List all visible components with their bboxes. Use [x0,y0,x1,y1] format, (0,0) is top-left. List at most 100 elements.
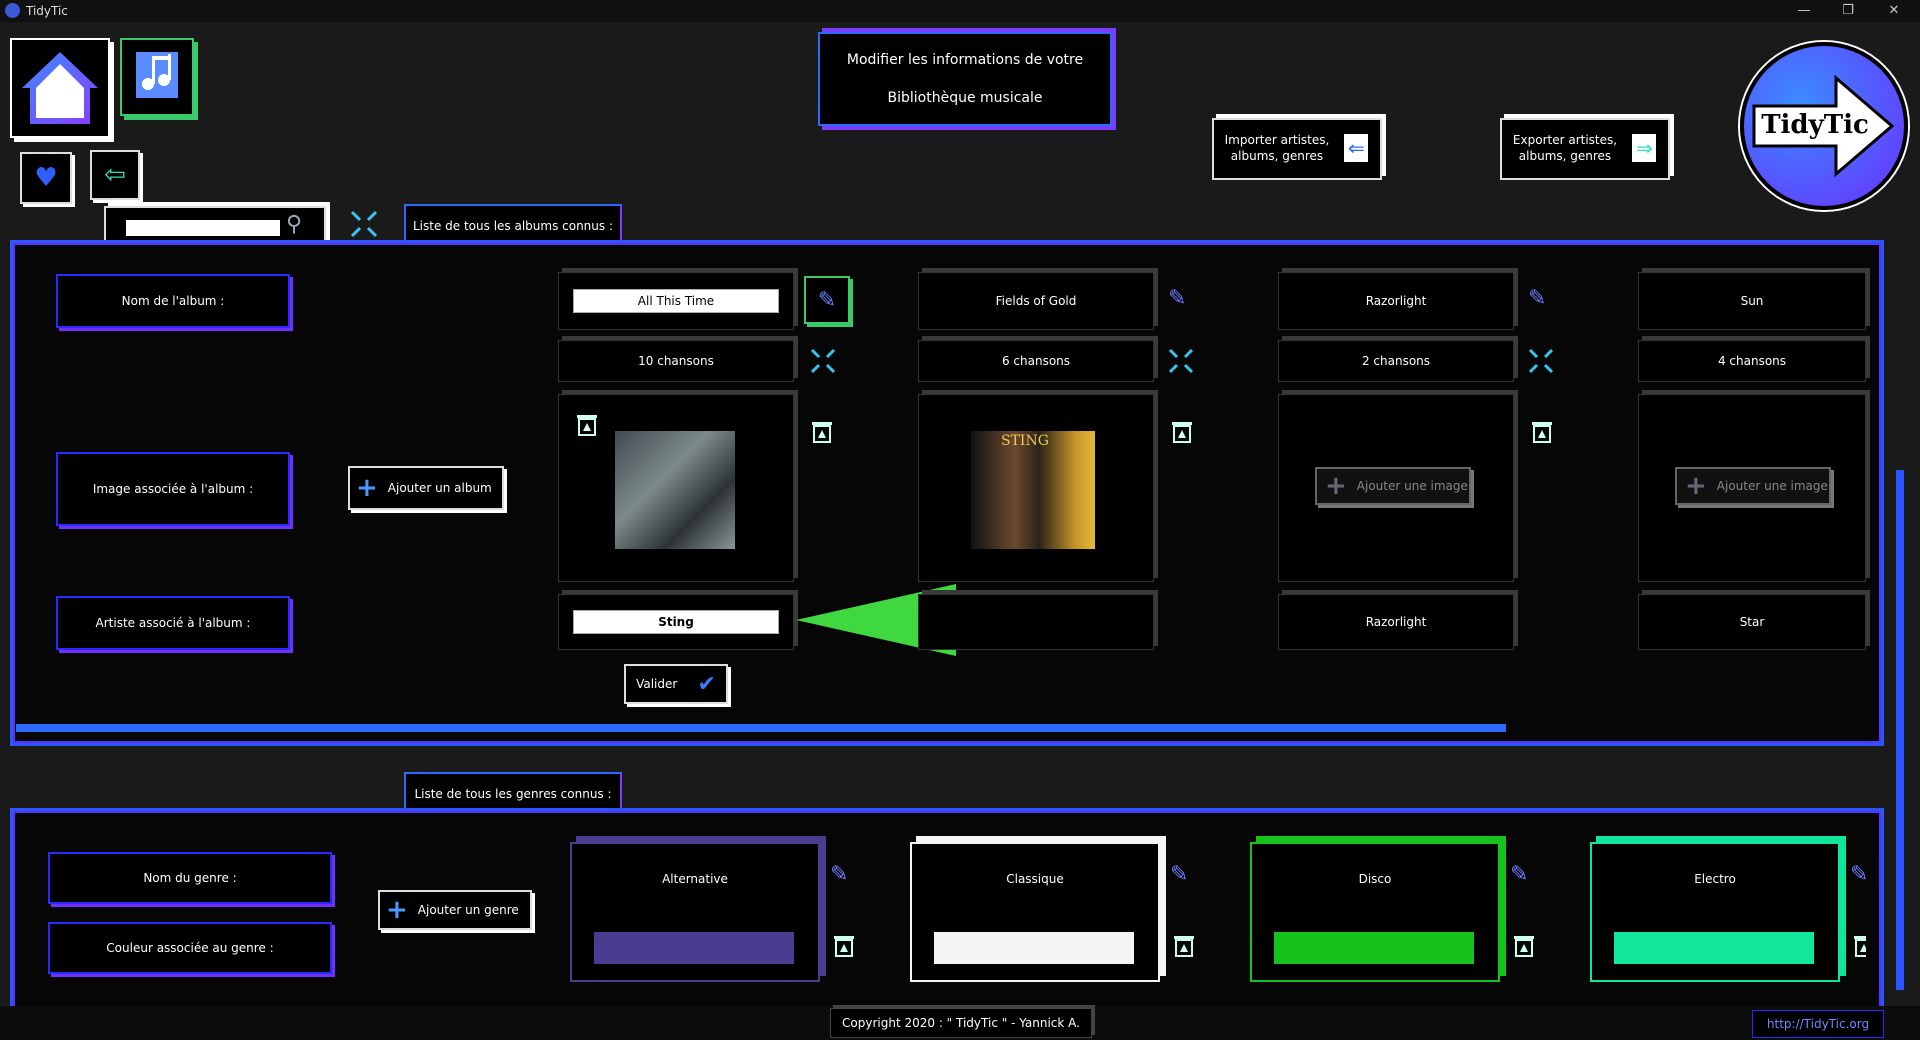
album-artist-label: Artiste associé à l'album : [56,596,290,650]
window-title: TidyTic [26,4,68,18]
validate-button[interactable]: Valider ✔ [624,664,728,704]
trash-icon[interactable] [1512,934,1536,958]
restore-button[interactable]: ❐ [1834,2,1862,20]
album-artist: Razorlight [1278,594,1514,650]
album-count: 10 chansons [558,340,794,382]
website-link[interactable]: http://TidyTic.org [1752,1010,1884,1038]
expand-icon[interactable] [1166,346,1196,376]
pencil-icon[interactable]: ✎ [1170,862,1188,887]
genre-name: Electro [1694,872,1736,886]
genre-name: Classique [1006,872,1064,886]
album-cover-image [615,431,735,549]
close-button[interactable]: ✕ [1880,2,1908,20]
album-artist-input[interactable]: Sting [573,610,779,634]
add-genre-label: Ajouter un genre [417,903,519,917]
add-image-label: Ajouter une image [1356,479,1468,493]
add-genre-button[interactable]: + Ajouter un genre [378,890,532,930]
genre-color-swatch [594,932,794,964]
search-input[interactable] [126,220,280,236]
album-name-label: Nom de l'album : [56,274,290,328]
app-icon [5,3,20,18]
page-title-line2: Bibliothèque musicale [887,90,1043,106]
genre-color-swatch [1274,932,1474,964]
genre-card[interactable]: Alternative [570,842,820,982]
plus-icon: + [1325,471,1347,501]
add-album-label: Ajouter un album [387,481,492,495]
pencil-icon[interactable]: ✎ [1528,286,1546,311]
arrow-left-icon: ⇦ [104,160,126,190]
logo-text: TidyTic [1761,110,1869,140]
album-artist-cell: Sting [558,594,794,650]
back-button[interactable]: ⇦ [90,150,140,200]
export-label: Exporter artistes, albums, genres [1512,133,1618,163]
trash-icon[interactable] [810,420,834,444]
minimize-button[interactable]: — [1790,2,1818,20]
genre-card[interactable]: Disco [1250,842,1500,982]
export-button[interactable]: Exporter artistes, albums, genres ⇒ [1500,118,1670,180]
album-count: 4 chansons [1638,340,1866,382]
genre-card[interactable]: Classique [910,842,1160,982]
expand-icon[interactable] [808,346,838,376]
album-name: Sun [1638,272,1866,330]
import-icon: ⇐ [1344,134,1368,162]
pencil-icon: ✎ [817,287,837,313]
favorites-button[interactable]: ♥ [20,152,72,204]
plus-icon: + [356,473,378,503]
album-cover-title: STING [1001,433,1049,449]
album-artist: Star [1638,594,1866,650]
album-name: Razorlight [1278,272,1514,330]
album-image-label: Image associée à l'album : [56,452,290,526]
trash-icon[interactable] [575,413,599,437]
genre-card[interactable]: Electro [1590,842,1840,982]
search-icon[interactable]: ⚲ [286,212,302,237]
edit-album-button[interactable]: ✎ [804,276,850,324]
plus-icon: + [386,895,408,925]
home-icon [22,52,98,124]
pencil-icon[interactable]: ✎ [1168,286,1186,311]
album-name: Fields of Gold [918,272,1154,330]
pencil-icon[interactable]: ✎ [1510,862,1528,887]
vertical-scrollbar[interactable] [1896,470,1904,990]
genre-name-label: Nom du genre : [48,852,332,904]
add-image-button[interactable]: + Ajouter une image [1675,467,1831,505]
pencil-icon[interactable]: ✎ [1850,862,1866,887]
heart-icon: ♥ [34,163,58,193]
album-image-cell [558,394,794,582]
genre-name: Disco [1358,872,1392,886]
export-icon: ⇒ [1632,134,1656,162]
album-count: 2 chansons [1278,340,1514,382]
genre-color-swatch [934,932,1134,964]
add-image-button[interactable]: + Ajouter une image [1315,467,1471,505]
horizontal-scrollbar[interactable] [16,724,1506,732]
import-button[interactable]: Importer artistes, albums, genres ⇐ [1212,118,1382,180]
album-image-cell: + Ajouter une image [1638,394,1866,582]
plus-icon: + [1685,471,1707,501]
page-title: Modifier les informations de votre Bibli… [818,32,1112,126]
genre-color-label: Couleur associée au genre : [48,922,332,974]
album-name-cell: All This Time [558,272,794,330]
expand-icon[interactable] [1526,346,1556,376]
music-edit-button[interactable] [120,38,194,116]
trash-icon[interactable] [1170,420,1194,444]
album-name-input[interactable]: All This Time [573,289,779,313]
album-artist [918,594,1154,650]
trash-icon[interactable] [1530,420,1554,444]
import-label: Importer artistes, albums, genres [1224,133,1330,163]
home-button[interactable] [10,38,110,138]
album-image-cell: + Ajouter une image [1278,394,1514,582]
trash-icon[interactable] [1852,934,1866,958]
page-title-line1: Modifier les informations de votre [846,52,1084,68]
expand-icon[interactable] [348,208,380,240]
check-icon: ✔ [697,671,716,697]
title-bar: TidyTic — ❐ ✕ [0,0,1920,22]
add-album-button[interactable]: + Ajouter un album [348,466,504,510]
music-note-icon [136,52,178,98]
trash-icon[interactable] [1172,934,1196,958]
album-cover-image: STING [971,431,1095,549]
genre-color-swatch [1614,932,1814,964]
trash-icon[interactable] [832,934,856,958]
album-image-cell: STING [918,394,1154,582]
genre-name: Alternative [662,872,728,886]
copyright-text: Copyright 2020 : " TidyTic " - Yannick A… [830,1008,1092,1038]
pencil-icon[interactable]: ✎ [830,862,848,887]
